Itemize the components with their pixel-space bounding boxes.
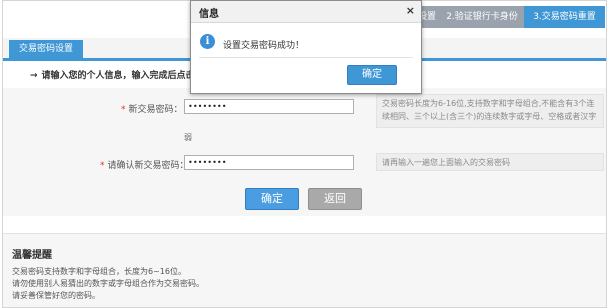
confirm-password-hint: 请再输入一遍您上面输入的交易密码 xyxy=(376,153,604,171)
tips-line: 请勿使用别人易猜出的数字或字母组合作为交易密码。 xyxy=(12,279,204,288)
confirm-password-label: * 请确认新交易密码： xyxy=(100,158,189,171)
step-2: 2.验证银行卡身份 xyxy=(440,6,524,28)
tips-line: 请妥善保管好您的密码。 xyxy=(12,291,100,300)
step-3-active: 3.交易密码重置 xyxy=(524,6,605,28)
arrow-right-icon: → xyxy=(30,71,38,81)
new-password-label-text: 新交易密码： xyxy=(128,105,183,115)
dialog-message: 设置交易密码成功！ xyxy=(223,41,305,51)
required-mark: * xyxy=(100,161,105,171)
confirm-password-input[interactable]: •••••••• xyxy=(184,155,354,170)
info-icon: i xyxy=(200,34,215,49)
instruction-text: 请输入您的个人信息，输入完成后点击 xyxy=(41,71,195,81)
close-icon[interactable]: × xyxy=(406,4,415,17)
confirm-password-label-text: 请确认新交易密码： xyxy=(107,161,189,171)
password-strength-indicator: 弱 xyxy=(184,133,192,142)
password-form: * 新交易密码： •••••••• 交易密码长度为6-16位,支持数字和字母组合,… xyxy=(3,88,606,216)
step-2-label: 2.验证银行卡身份 xyxy=(446,12,518,22)
tips-title: 温馨提醒 xyxy=(12,250,52,261)
new-password-label: * 新交易密码： xyxy=(121,102,183,115)
instruction-prompt: → 请输入您的个人信息，输入完成后点击 xyxy=(30,68,195,81)
new-password-hint: 交易密码长度为6-16位,支持数字和字母组合,不能含有3个连续相同、三个以上(含… xyxy=(376,94,604,128)
back-button[interactable]: 返回 xyxy=(308,188,362,210)
dialog-title: 信息 xyxy=(199,9,219,20)
new-password-input[interactable]: •••••••• xyxy=(184,99,354,114)
info-dialog: 信息 × i 设置交易密码成功！ 确定 xyxy=(190,0,422,94)
required-mark: * xyxy=(121,105,126,115)
tips-line: 交易密码支持数字和字母组合，长度为6~16位。 xyxy=(12,267,186,276)
tips-panel: 温馨提醒 交易密码支持数字和字母组合，长度为6~16位。 请勿使用别人易猜出的数… xyxy=(3,233,606,307)
dialog-confirm-button[interactable]: 确定 xyxy=(347,65,397,85)
step-3-label: 3.交易密码重置 xyxy=(533,12,596,22)
dialog-title-bar: 信息 × xyxy=(191,1,421,23)
confirm-button[interactable]: 确定 xyxy=(245,188,299,210)
dialog-divider xyxy=(199,57,413,58)
tab-trade-password-settings[interactable]: 交易密码设置 xyxy=(9,40,83,58)
